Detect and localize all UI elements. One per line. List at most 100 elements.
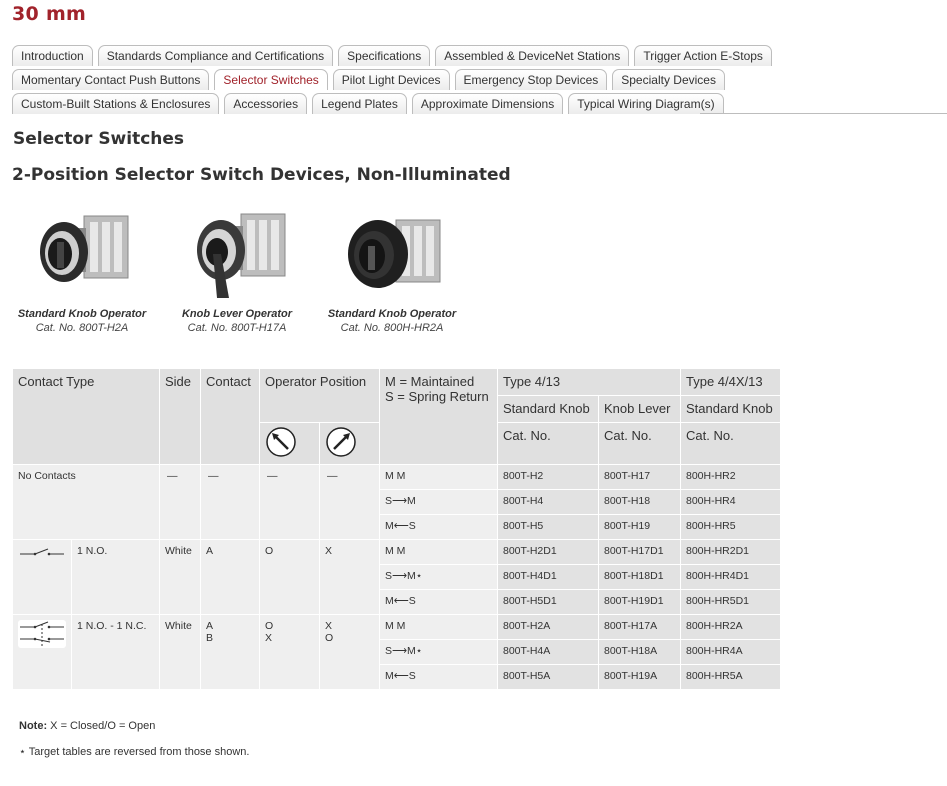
table-row: 1 N.O. White A O X M M 800T-H2D1 800T-H1… <box>12 539 781 615</box>
contact-symbol-cell <box>12 539 72 615</box>
tab-accessories[interactable]: Accessories <box>224 93 308 114</box>
mode-cell: M M <box>379 464 498 490</box>
side-cell: White <box>159 539 201 615</box>
catno-lever-cell: 800T-H19D1 <box>598 589 681 615</box>
catno-lever-cell: 800T-H17D1 <box>598 539 681 565</box>
product-standard-knob-type4x: Standard Knob Operator Cat. No. 800H-HR2… <box>312 208 472 334</box>
tab-row-1: Introduction Standards Compliance and Ce… <box>12 44 947 68</box>
product-knob-lever: Knob Lever Operator Cat. No. 800T-H17A <box>157 208 317 334</box>
catno-std-cell: 800T-H5A <box>497 664 599 690</box>
catno-std-cell: 800T-H2D1 <box>497 539 599 565</box>
catno-lever-cell: 800T-H18D1 <box>598 564 681 590</box>
product-caption: Standard Knob Operator <box>327 308 457 320</box>
contact-type-cell: 1 N.O. - 1 N.C. <box>71 614 160 690</box>
header-position-left <box>259 422 320 465</box>
tab-emergency-stop[interactable]: Emergency Stop Devices <box>454 69 608 90</box>
catno-std-cell: 800T-H2 <box>497 464 599 490</box>
note-label: Note: <box>19 720 48 732</box>
header-standard-knob-4x: Standard Knob <box>680 395 781 423</box>
mode-cell: S⟶M⋆ <box>379 564 498 590</box>
selector-switch-image <box>312 208 472 303</box>
mode-cell: M⟵S <box>379 589 498 615</box>
tab-momentary-contact[interactable]: Momentary Contact Push Buttons <box>12 69 210 90</box>
tab-approx-dimensions[interactable]: Approximate Dimensions <box>411 93 564 114</box>
header-cat-no-lever: Cat. No. <box>598 422 681 465</box>
product-catno: Cat. No. 800T-H17A <box>187 322 287 334</box>
section-title: Selector Switches <box>13 129 185 149</box>
product-standard-knob: Standard Knob Operator Cat. No. 800T-H2A <box>2 208 162 334</box>
mode-cell: M⟵S <box>379 664 498 690</box>
catno-lever-cell: 800T-H19A <box>598 664 681 690</box>
product-catno: Cat. No. 800H-HR2A <box>340 322 444 334</box>
header-cat-no-4x: Cat. No. <box>680 422 781 465</box>
tab-bar-baseline <box>700 113 947 114</box>
catno-lever-cell: 800T-H19 <box>598 514 681 540</box>
footnote: ⋆ Target tables are reversed from those … <box>19 746 250 758</box>
mode-cell: M⟵S <box>379 514 498 540</box>
selector-left-position-icon <box>266 427 296 457</box>
header-type-4-13: Type 4/13 <box>497 368 681 396</box>
side-cell: White <box>159 614 201 690</box>
catno-std-cell: 800T-H4 <box>497 489 599 515</box>
header-cat-no-std: Cat. No. <box>497 422 599 465</box>
catno-4x-cell: 800H-HR5D1 <box>680 589 781 615</box>
catno-std-cell: 800T-H2A <box>497 614 599 640</box>
tab-wiring-diagrams[interactable]: Typical Wiring Diagram(s) <box>568 93 724 114</box>
contact-type-cell: No Contacts <box>12 464 160 540</box>
catno-4x-cell: 800H-HR4 <box>680 489 781 515</box>
catno-4x-cell: 800H-HR5 <box>680 514 781 540</box>
side-cell: — <box>159 464 201 540</box>
tab-standards-compliance[interactable]: Standards Compliance and Certifications <box>97 45 334 66</box>
catno-lever-cell: 800T-H17 <box>598 464 681 490</box>
catno-4x-cell: 800H-HR2A <box>680 614 781 640</box>
position-left-cell: — <box>259 464 320 540</box>
catno-4x-cell: 800H-HR4D1 <box>680 564 781 590</box>
catno-std-cell: 800T-H5D1 <box>497 589 599 615</box>
mode-cell: S⟶M⋆ <box>379 639 498 665</box>
position-right-cell: — <box>319 464 380 540</box>
tab-custom-built[interactable]: Custom-Built Stations & Enclosures <box>12 93 220 114</box>
position-right-cell: X O <box>319 614 380 690</box>
tab-pilot-light[interactable]: Pilot Light Devices <box>332 69 450 90</box>
header-legend: M = Maintained S = Spring Return <box>379 368 498 465</box>
tab-specifications[interactable]: Specifications <box>338 45 431 66</box>
tab-bar: Introduction Standards Compliance and Ce… <box>12 44 947 116</box>
product-catno: Cat. No. 800T-H2A <box>35 322 129 334</box>
catno-4x-cell: 800H-HR2 <box>680 464 781 490</box>
position-left-cell: O X <box>259 614 320 690</box>
contact-cell: A <box>200 539 260 615</box>
page-title: 30 mm <box>12 3 87 25</box>
tab-legend-plates[interactable]: Legend Plates <box>312 93 407 114</box>
note: Note: X = Closed/O = Open <box>19 720 155 732</box>
no-nc-contact-icon <box>18 620 66 648</box>
catno-4x-cell: 800H-HR2D1 <box>680 539 781 565</box>
tab-assembled-devicenet[interactable]: Assembled & DeviceNet Stations <box>435 45 630 66</box>
tab-trigger-action-estops[interactable]: Trigger Action E-Stops <box>634 45 772 66</box>
normally-open-contact-icon <box>20 548 64 556</box>
tab-introduction[interactable]: Introduction <box>12 45 93 66</box>
tab-specialty-devices[interactable]: Specialty Devices <box>612 69 725 90</box>
position-right-cell: X <box>319 539 380 615</box>
legend-maintained: M = Maintained <box>385 374 475 389</box>
tab-row-2: Momentary Contact Push Buttons Selector … <box>12 68 947 92</box>
position-left-cell: O <box>259 539 320 615</box>
catno-lever-cell: 800T-H17A <box>598 614 681 640</box>
header-side: Side <box>159 368 201 465</box>
catno-4x-cell: 800H-HR4A <box>680 639 781 665</box>
contact-cell: — <box>200 464 260 540</box>
selector-switch-image <box>2 208 162 303</box>
header-operator-position: Operator Position <box>259 368 380 423</box>
contact-type-cell: 1 N.O. <box>71 539 160 615</box>
table-row: No Contacts — — — — M M 800T-H2 800T-H17… <box>12 464 781 540</box>
product-caption: Knob Lever Operator <box>181 308 293 320</box>
selector-switch-image <box>157 208 317 303</box>
header-contact-type: Contact Type <box>12 368 160 465</box>
contact-cell: A B <box>200 614 260 690</box>
header-knob-lever: Knob Lever <box>598 395 681 423</box>
selector-right-position-icon <box>326 427 356 457</box>
catno-std-cell: 800T-H4D1 <box>497 564 599 590</box>
table-row: 1 N.O. - 1 N.C. White A B O X X O M M 80… <box>12 614 781 690</box>
tab-selector-switches[interactable]: Selector Switches <box>214 69 328 90</box>
legend-spring-return: S = Spring Return <box>385 389 489 404</box>
selector-switch-table: Contact Type Side Contact Operator Posit… <box>12 368 781 690</box>
